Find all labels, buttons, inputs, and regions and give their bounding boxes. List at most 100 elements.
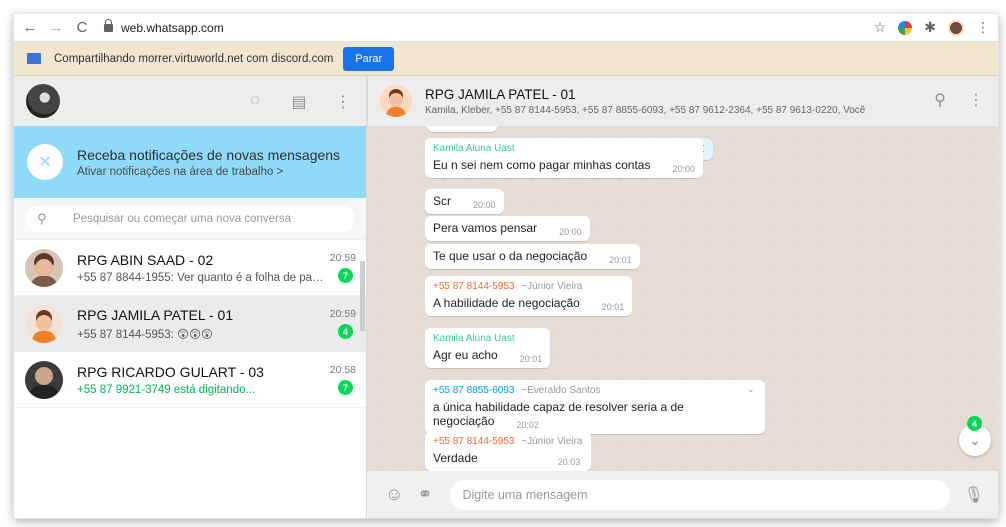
- message-time: 20:02: [516, 420, 539, 430]
- chat-preview-typing: +55 87 9921-3749 está digitando...: [77, 383, 256, 396]
- chat-avatar: [25, 360, 63, 399]
- message-bubble: +55 87 8144-5953 ~Júnior Vieira Verdade 2…: [425, 431, 591, 471]
- message-text: Eu n sei nem como pagar minhas contas: [433, 158, 651, 172]
- message-input-box: [450, 479, 951, 510]
- extensions-icon[interactable]: ✱: [924, 19, 936, 36]
- chat-preview: +55 87 8844-1955: Ver quanto é a folha d…: [77, 271, 325, 284]
- message-text: Pera vamos pensar: [433, 221, 538, 235]
- message-sender: +55 87 8144-5953 ~Júnior Vieira: [433, 436, 583, 447]
- message-bubble: Pera vamos pensar 20:00: [425, 216, 590, 241]
- chat-info: RPG JAMILA PATEL - 01 +55 87 8144-5953: …: [77, 307, 325, 341]
- attach-icon[interactable]: ⚭: [417, 484, 432, 505]
- color-extension-icon[interactable]: [898, 20, 913, 35]
- message-sender: +55 87 8855-6093 ~Everaldo Santos ⌄: [433, 384, 757, 396]
- sender-alias: ~Júnior Vieira: [521, 436, 583, 447]
- new-chat-icon[interactable]: ▤: [290, 92, 308, 112]
- message-input[interactable]: [462, 487, 933, 502]
- chat-time: 20:58: [329, 364, 356, 376]
- message-text: a única habilidade capaz de resolver ser…: [433, 400, 684, 428]
- notification-text: Receba notificações de novas mensagens A…: [77, 147, 340, 178]
- search-box: ⚲: [25, 206, 355, 232]
- message-bubble: Scr 20:00: [425, 189, 504, 214]
- chat-time: 20:59: [329, 308, 356, 320]
- conversation-actions: ⚲ ⋮: [934, 90, 984, 110]
- chat-item-ricardo-gulart[interactable]: RPG RICARDO GULART - 03 +55 87 9921-3749…: [14, 352, 366, 408]
- chat-info: RPG RICARDO GULART - 03 +55 87 9921-3749…: [77, 364, 325, 396]
- chat-time: 20:59: [329, 252, 356, 264]
- message-bubble: [427, 126, 497, 132]
- sender-phone: +55 87 8144-5953: [433, 281, 515, 292]
- message-sender: Kamila Aluna Uast: [433, 333, 515, 344]
- notification-banner[interactable]: ✕ Receba notificações de novas mensagens…: [14, 126, 366, 198]
- search-bar: ⚲: [14, 198, 366, 240]
- chat-item-jamila-patel[interactable]: RPG JAMILA PATEL - 01 +55 87 8144-5953: …: [14, 296, 366, 352]
- unread-badge: 7: [338, 268, 353, 283]
- bell-off-icon: ✕: [27, 144, 63, 180]
- back-icon[interactable]: ←: [20, 19, 40, 36]
- address-bar[interactable]: web.whatsapp.com: [121, 21, 224, 35]
- chat-name: RPG ABIN SAAD - 02: [77, 251, 214, 268]
- chat-name: RPG JAMILA PATEL - 01: [77, 306, 234, 323]
- menu-icon[interactable]: ⋮: [976, 19, 990, 36]
- share-text: Compartilhando morrer.virtuworld.net com…: [54, 52, 334, 65]
- chat-avatar: [25, 304, 63, 343]
- unread-badge: 7: [338, 380, 353, 395]
- message-time: 20:00: [473, 200, 496, 210]
- stop-sharing-button[interactable]: Parar: [343, 46, 395, 71]
- message-text: Agr eu acho: [433, 348, 498, 362]
- status-icon[interactable]: ◌: [246, 92, 264, 112]
- message-time: 20:03: [557, 457, 581, 467]
- group-members: Kamila, Kleber, +55 87 8144-5953, +55 87…: [425, 104, 866, 116]
- message-bubble: +55 87 8144-5953 ~Júnior Vieira A habili…: [425, 276, 633, 316]
- message-bubble: Te que usar o da negociação 20:01: [425, 244, 640, 269]
- message-bubble: Kamila Aluna Uast Eu n sei nem como paga…: [425, 138, 703, 178]
- emoji-icon[interactable]: ☺: [385, 484, 403, 505]
- group-name: RPG JAMILA PATEL - 01: [425, 86, 576, 102]
- conversation-pane: RPG JAMILA PATEL - 01 Kamila, Kleber, +5…: [367, 76, 998, 518]
- chat-info: RPG ABIN SAAD - 02 +55 87 8844-1955: Ver…: [77, 252, 325, 284]
- message-time: 20:01: [609, 255, 632, 265]
- message-time: 20:00: [672, 164, 695, 174]
- message-bubble: Kamila Aluna Uast Agr eu acho 20:01: [425, 328, 551, 368]
- my-avatar[interactable]: [26, 84, 60, 118]
- chat-preview: +55 87 8144-5953: 😲😲😲: [77, 328, 214, 341]
- chat-avatar: [25, 248, 63, 287]
- profile-avatar[interactable]: [948, 19, 964, 36]
- menu-icon[interactable]: ⋮: [968, 90, 984, 110]
- forward-icon[interactable]: →: [46, 19, 66, 36]
- chevron-down-icon: ⌄: [969, 431, 981, 448]
- search-input[interactable]: [73, 213, 333, 225]
- search-icon[interactable]: ⚲: [37, 211, 51, 227]
- message-text: Scr: [433, 194, 451, 208]
- lock-icon[interactable]: [104, 18, 113, 32]
- group-avatar[interactable]: [380, 85, 412, 117]
- message-text: Verdade: [433, 451, 478, 465]
- conversation-header[interactable]: RPG JAMILA PATEL - 01 Kamila, Kleber, +5…: [367, 76, 998, 126]
- group-title: RPG JAMILA PATEL - 01 Kamila, Kleber, +5…: [425, 87, 865, 116]
- mic-icon[interactable]: 🎙: [964, 485, 984, 505]
- browser-actions: ☆ ✱ ⋮: [874, 19, 990, 36]
- browser-window: ← → C web.whatsapp.com ☆ ✱ ⋮ Compartilha…: [14, 14, 998, 518]
- sender-alias: ~Júnior Vieira: [521, 281, 583, 292]
- menu-icon[interactable]: ⋮: [334, 92, 352, 112]
- sender-alias: ~Everaldo Santos: [521, 385, 601, 396]
- message-time: 20:01: [519, 354, 543, 364]
- chat-list-pane: ◌ ▤ ⋮ ✕ Receba notificações de novas men…: [14, 76, 367, 518]
- left-header-actions: ◌ ▤ ⋮: [246, 92, 352, 112]
- chat-item-abin-saad[interactable]: RPG ABIN SAAD - 02 +55 87 8844-1955: Ver…: [14, 240, 366, 296]
- search-icon[interactable]: ⚲: [934, 90, 946, 110]
- message-sender: Kamila Aluna Uast: [433, 143, 515, 154]
- star-icon[interactable]: ☆: [874, 19, 887, 36]
- chat-list-scrollbar[interactable]: [360, 261, 365, 331]
- message-list[interactable]: HOJE Kamila Aluna Uast Eu n sei nem como…: [367, 126, 998, 471]
- message-time: 20:00: [559, 227, 582, 237]
- notification-title: Receba notificações de novas mensagens: [77, 146, 341, 163]
- message-sender: +55 87 8144-5953 ~Júnior Vieira: [433, 281, 624, 292]
- enable-notifications-link[interactable]: Ativar notificações na área de trabalho …: [77, 166, 340, 178]
- reload-icon[interactable]: C: [72, 19, 92, 36]
- left-header: ◌ ▤ ⋮: [14, 76, 366, 126]
- message-text: Te que usar o da negociação: [433, 249, 588, 263]
- sender-phone: +55 87 8144-5953: [433, 436, 515, 447]
- chevron-down-icon[interactable]: ⌄: [747, 384, 755, 395]
- screen-share-bar: Compartilhando morrer.virtuworld.net com…: [14, 42, 998, 76]
